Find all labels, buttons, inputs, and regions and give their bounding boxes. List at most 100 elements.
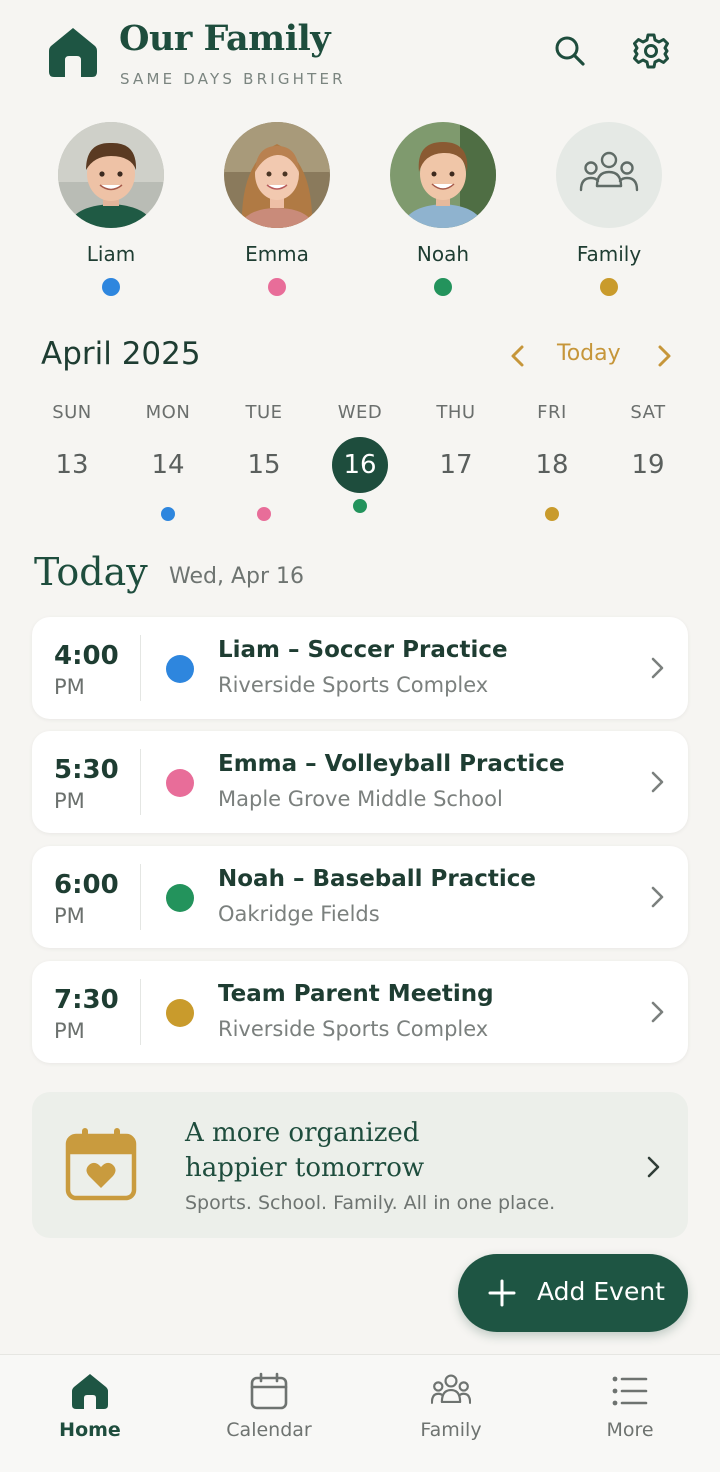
event-dot xyxy=(353,499,367,513)
promo-title-line2: happier tomorrow xyxy=(185,1153,425,1183)
day-number: 19 xyxy=(631,450,665,480)
chevron-right-icon xyxy=(647,1156,660,1178)
divider xyxy=(140,635,141,701)
event-title: Emma – Volleyball Practice xyxy=(218,751,565,777)
event-dot xyxy=(545,507,559,521)
gear-icon xyxy=(633,33,669,69)
app-tagline: SAME DAYS BRIGHTER xyxy=(120,70,346,88)
promo-subtitle: Sports. School. Family. All in one place… xyxy=(185,1192,556,1214)
app-title: Our Family xyxy=(119,18,331,59)
member-liam[interactable]: Liam xyxy=(41,120,181,296)
event-location: Oakridge Fields xyxy=(218,902,380,926)
event-dot xyxy=(161,507,175,521)
selected-day-number: 16 xyxy=(332,437,388,493)
day-mon[interactable]: MON 14 xyxy=(120,402,216,521)
event-ampm: PM xyxy=(54,789,85,813)
event-color-dot xyxy=(166,999,194,1027)
member-name: Noah xyxy=(416,242,470,266)
member-color-dot xyxy=(600,278,618,296)
event-time: 5:30 xyxy=(54,755,119,785)
member-color-dot xyxy=(268,278,286,296)
event-dot xyxy=(641,507,655,521)
settings-button[interactable] xyxy=(630,30,672,72)
member-name: Emma xyxy=(245,242,309,266)
event-ampm: PM xyxy=(54,675,85,699)
member-color-dot xyxy=(434,278,452,296)
event-card[interactable]: 5:30 PM Emma – Volleyball Practice Maple Gr… xyxy=(32,731,688,833)
family-members-row: Liam Emma Noah Family xyxy=(0,120,720,300)
divider xyxy=(140,749,141,815)
event-dot xyxy=(449,507,463,521)
divider xyxy=(140,864,141,930)
day-number: 13 xyxy=(55,450,89,480)
member-noah[interactable]: Noah xyxy=(373,120,513,296)
event-card[interactable]: 4:00 PM Liam – Soccer Practice Riverside Sp… xyxy=(32,617,688,719)
divider xyxy=(140,979,141,1045)
event-color-dot xyxy=(166,655,194,683)
day-name: WED xyxy=(337,402,383,423)
family-icon xyxy=(579,151,639,192)
app-header: Our Family SAME DAYS BRIGHTER xyxy=(0,0,720,110)
avatar-noah xyxy=(390,122,496,228)
event-title: Noah – Baseball Practice xyxy=(218,866,537,892)
day-name: THU xyxy=(436,402,476,423)
day-sun[interactable]: SUN 13 xyxy=(24,402,120,521)
event-ampm: PM xyxy=(54,904,85,928)
today-date: Wed, Apr 16 xyxy=(169,564,304,589)
day-name: SAT xyxy=(630,402,666,423)
chevron-right-icon xyxy=(651,886,664,908)
home-icon[interactable] xyxy=(48,26,98,78)
avatar-emma xyxy=(224,122,330,228)
family-icon xyxy=(431,1374,471,1404)
member-family[interactable]: Family xyxy=(539,120,679,296)
avatar-liam xyxy=(58,122,164,228)
event-time: 7:30 xyxy=(54,985,119,1015)
day-number: 15 xyxy=(247,450,281,480)
today-heading: Today xyxy=(34,550,148,594)
event-time: 4:00 xyxy=(54,641,119,671)
list-icon xyxy=(612,1376,648,1406)
nav-family[interactable]: Family xyxy=(361,1355,541,1472)
day-thu[interactable]: THU 17 xyxy=(408,402,504,521)
avatar-family xyxy=(556,122,662,228)
event-card[interactable]: 7:30 PM Team Parent Meeting Riverside Sport… xyxy=(32,961,688,1063)
chevron-right-icon xyxy=(651,1001,664,1023)
today-button[interactable]: Today xyxy=(557,341,621,366)
event-card[interactable]: 6:00 PM Noah – Baseball Practice Oakridge F… xyxy=(32,846,688,948)
search-button[interactable] xyxy=(549,30,591,72)
day-sat[interactable]: SAT 19 xyxy=(600,402,696,521)
day-name: MON xyxy=(145,402,191,423)
promo-title-line1: A more organized xyxy=(185,1118,420,1148)
day-wed[interactable]: WED 16 xyxy=(312,402,408,513)
event-ampm: PM xyxy=(54,1019,85,1043)
plus-icon xyxy=(488,1279,516,1307)
chevron-right-icon xyxy=(651,657,664,679)
day-fri[interactable]: FRI 18 xyxy=(504,402,600,521)
day-number: 14 xyxy=(151,450,185,480)
event-location: Riverside Sports Complex xyxy=(218,1017,489,1041)
promo-card[interactable]: A more organized happier tomorrow Sports… xyxy=(32,1092,688,1238)
nav-more[interactable]: More xyxy=(540,1355,720,1472)
chevron-right-icon[interactable] xyxy=(650,340,678,372)
add-event-button[interactable]: Add Event xyxy=(458,1254,688,1332)
event-location: Maple Grove Middle School xyxy=(218,787,503,811)
member-emma[interactable]: Emma xyxy=(207,120,347,296)
day-number: 18 xyxy=(535,450,569,480)
nav-home[interactable]: Home xyxy=(0,1355,180,1472)
day-number: 17 xyxy=(439,450,473,480)
nav-label: Family xyxy=(420,1419,482,1441)
home-icon xyxy=(72,1374,108,1409)
event-time: 6:00 xyxy=(54,870,119,900)
event-color-dot xyxy=(166,884,194,912)
week-strip: SUN 13 MON 14 TUE 15 WED 16 THU 17 FRI 18 SAT 19 xyxy=(24,402,696,522)
add-event-label: Add Event xyxy=(537,1277,665,1306)
chevron-left-icon[interactable] xyxy=(504,340,532,372)
member-color-dot xyxy=(102,278,120,296)
event-dot xyxy=(65,507,79,521)
nav-calendar[interactable]: Calendar xyxy=(179,1355,359,1472)
calendar-icon xyxy=(250,1372,288,1410)
member-name: Family xyxy=(576,242,642,266)
nav-label: More xyxy=(606,1419,654,1441)
event-title: Liam – Soccer Practice xyxy=(218,637,508,663)
day-tue[interactable]: TUE 15 xyxy=(216,402,312,521)
